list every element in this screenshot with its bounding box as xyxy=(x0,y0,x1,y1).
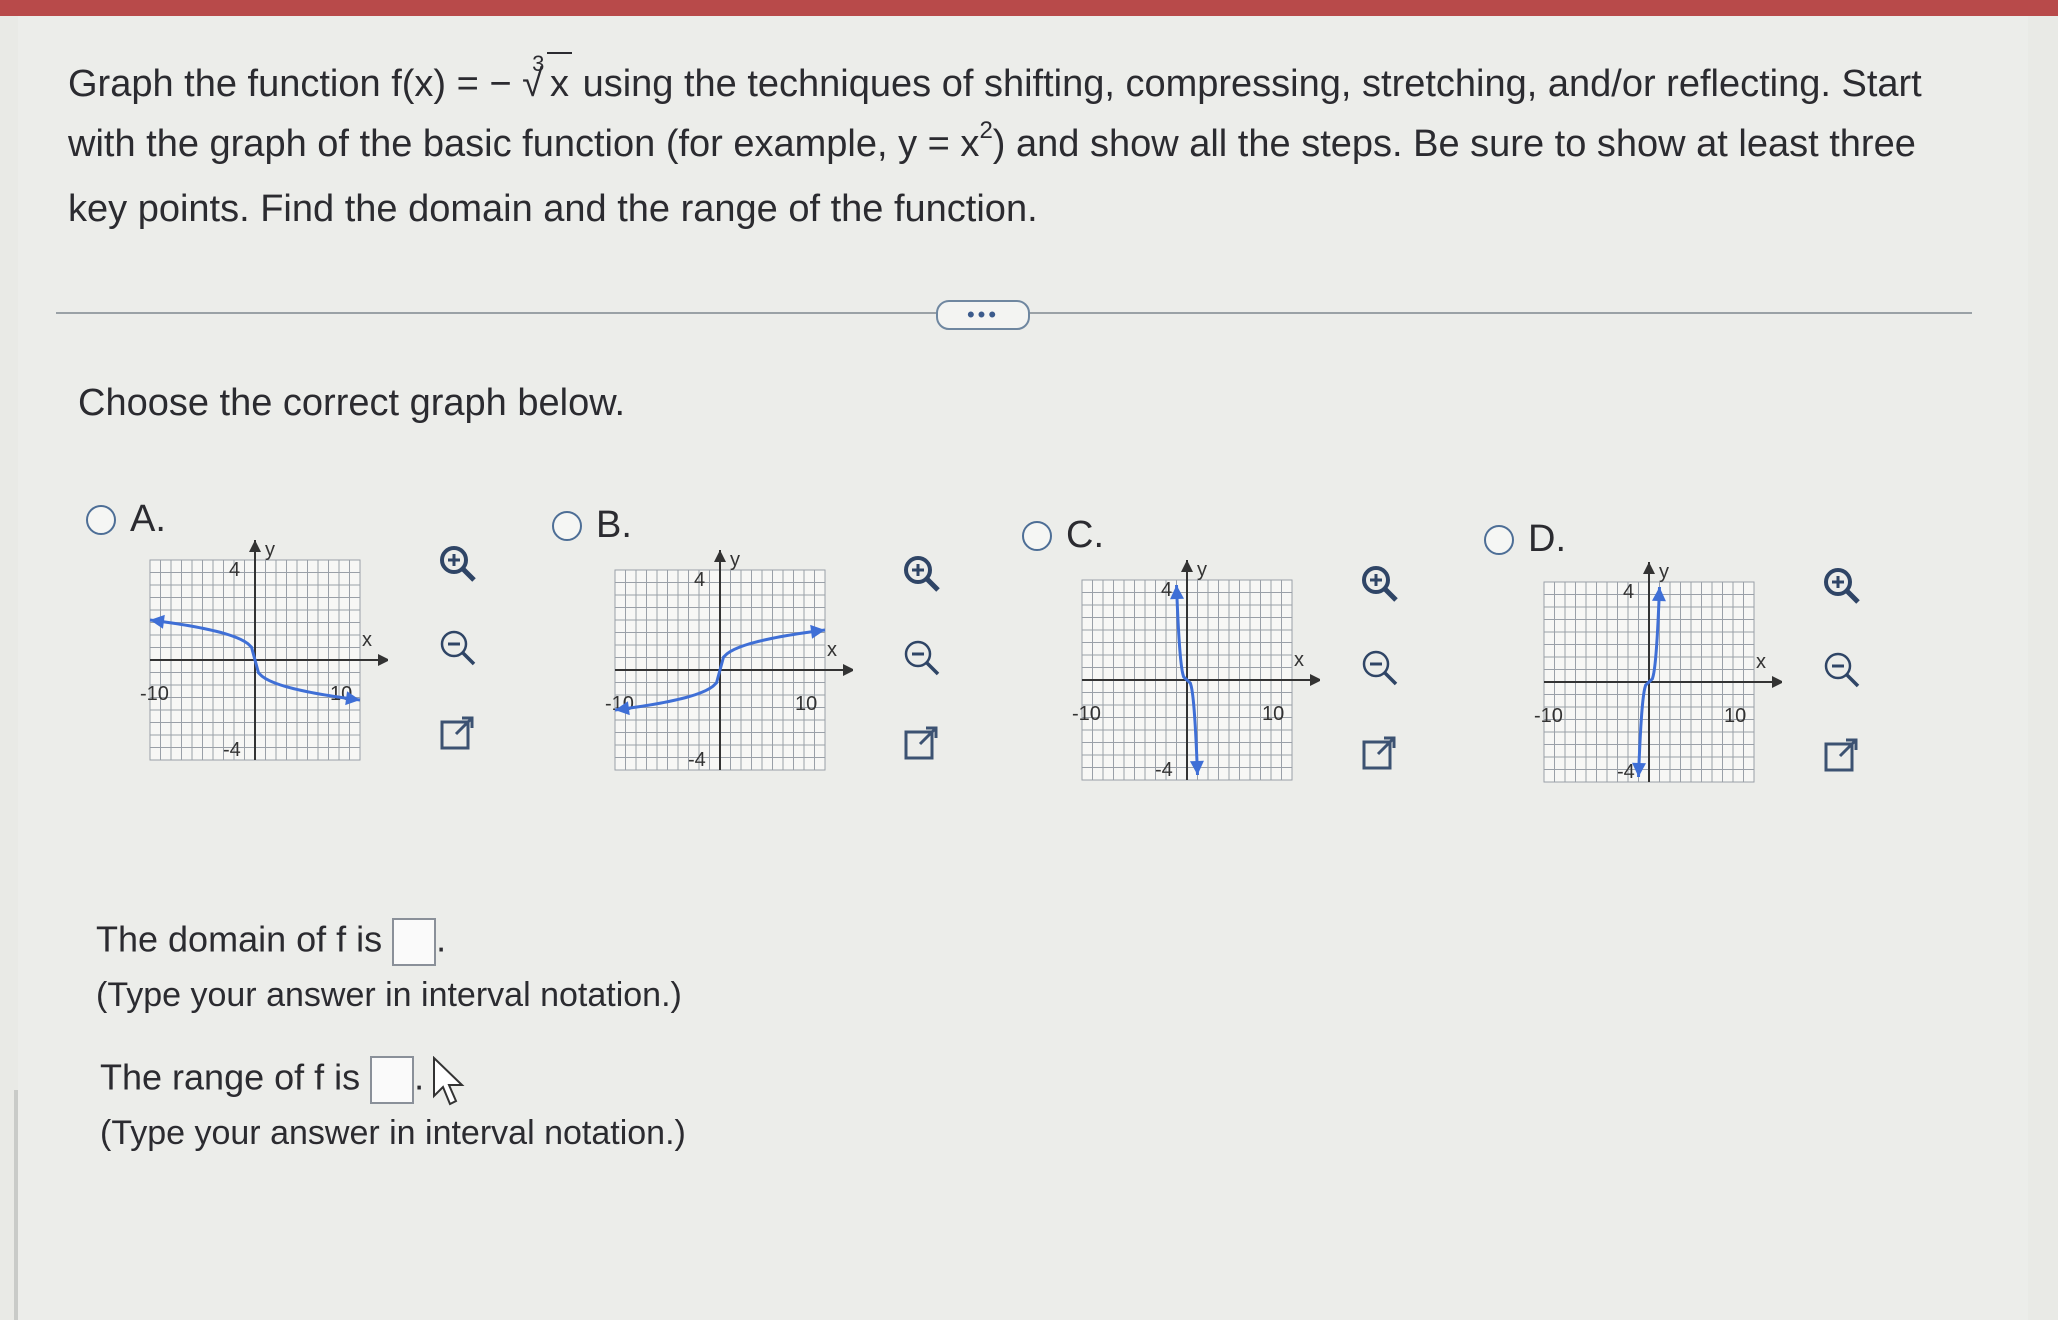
x-tick-left: -10 xyxy=(140,683,169,705)
zoom-in-icon[interactable] xyxy=(1358,562,1400,604)
radio-button[interactable] xyxy=(552,510,582,541)
x-tick-left: -10 xyxy=(605,693,634,715)
y-tick-bottom: -4 xyxy=(1155,759,1173,781)
domain-input[interactable] xyxy=(392,918,437,966)
y-axis-label: y xyxy=(1659,561,1669,583)
x-axis-label: x xyxy=(1756,651,1766,673)
x-axis-label: x xyxy=(362,629,372,651)
x-axis-arrow xyxy=(843,664,853,676)
y-axis-label: y xyxy=(265,539,275,561)
y-tick-bottom: -4 xyxy=(223,739,241,761)
option-graph: y x 4 -4 -10 10 xyxy=(1534,561,1782,783)
y-axis-label: y xyxy=(730,549,740,571)
domain-row: The domain of f is. xyxy=(96,918,446,966)
radio-button[interactable] xyxy=(1484,524,1514,555)
zoom-out-icon[interactable] xyxy=(436,626,478,668)
x-axis-label: x xyxy=(1294,649,1304,671)
option-label: C. xyxy=(1066,514,1104,556)
option-graph: yx4-4-10 10 xyxy=(140,539,388,761)
external-link-icon[interactable] xyxy=(900,722,942,764)
range-row: The range of f is. xyxy=(100,1056,424,1104)
option-b-choice[interactable]: B. xyxy=(552,504,632,547)
top-color-bar xyxy=(0,0,2058,16)
domain-label: The domain of f is xyxy=(96,918,383,960)
external-link-icon[interactable] xyxy=(1358,732,1400,774)
zoom-out-icon[interactable] xyxy=(1820,648,1862,690)
radio-button[interactable] xyxy=(86,504,116,535)
range-hint: (Type your answer in interval notation.) xyxy=(100,1114,686,1152)
y-tick-top: 4 xyxy=(1161,579,1172,601)
range-label: The range of f is xyxy=(100,1056,361,1098)
external-link-icon[interactable] xyxy=(1820,734,1862,776)
x-tick-right: 10 xyxy=(1724,705,1746,727)
external-link-icon[interactable] xyxy=(436,712,478,754)
y-tick-bottom: -4 xyxy=(1617,761,1635,783)
option-graph: y x 4 -4 -10 10 xyxy=(1072,559,1320,781)
mouse-cursor-icon xyxy=(433,1056,465,1106)
y-axis-arrow xyxy=(1181,560,1193,572)
radical-argument: x xyxy=(547,52,572,114)
range-input[interactable] xyxy=(370,1056,415,1104)
option-graph: y x 4 -4 -10 10 xyxy=(605,549,853,771)
option-c-choice[interactable]: C. xyxy=(1022,514,1104,557)
question-text: Graph the function f(x) = − 3 √ x using t… xyxy=(68,51,1968,239)
zoom-in-icon[interactable] xyxy=(1820,564,1862,606)
more-button[interactable]: ••• xyxy=(936,300,1030,330)
zoom-out-icon[interactable] xyxy=(900,636,942,678)
radical-index: 3 xyxy=(532,51,545,76)
zoom-in-icon[interactable] xyxy=(436,542,478,584)
choose-graph-prompt: Choose the correct graph below. xyxy=(78,382,626,424)
zoom-in-icon[interactable] xyxy=(900,552,942,594)
y-tick-top: 4 xyxy=(1623,581,1634,603)
y-axis-arrow xyxy=(714,550,726,562)
x-tick-right: 10 xyxy=(1262,703,1284,725)
radio-button[interactable] xyxy=(1022,520,1052,551)
x-tick-left: -10 xyxy=(1534,705,1563,727)
y-axis-arrow xyxy=(1643,562,1655,574)
x-axis-arrow xyxy=(1772,676,1782,688)
domain-hint: (Type your answer in interval notation.) xyxy=(96,976,682,1014)
question-part-1: Graph the function f(x) = − xyxy=(68,63,512,105)
exponent: 2 xyxy=(979,117,993,144)
cube-root-expression: 3 √ x xyxy=(522,51,572,114)
x-tick-right: 10 xyxy=(795,693,817,715)
y-tick-top: 4 xyxy=(694,569,705,591)
y-axis-label: y xyxy=(1197,559,1207,581)
x-tick-left: -10 xyxy=(1072,703,1101,725)
option-label: B. xyxy=(596,504,632,546)
y-tick-top: 4 xyxy=(229,559,240,581)
y-axis-arrow xyxy=(249,540,261,552)
x-axis-label: x xyxy=(827,639,837,661)
x-axis-arrow xyxy=(378,654,388,666)
x-axis-arrow xyxy=(1310,674,1320,686)
y-tick-bottom: -4 xyxy=(688,749,706,771)
zoom-out-icon[interactable] xyxy=(1358,646,1400,688)
